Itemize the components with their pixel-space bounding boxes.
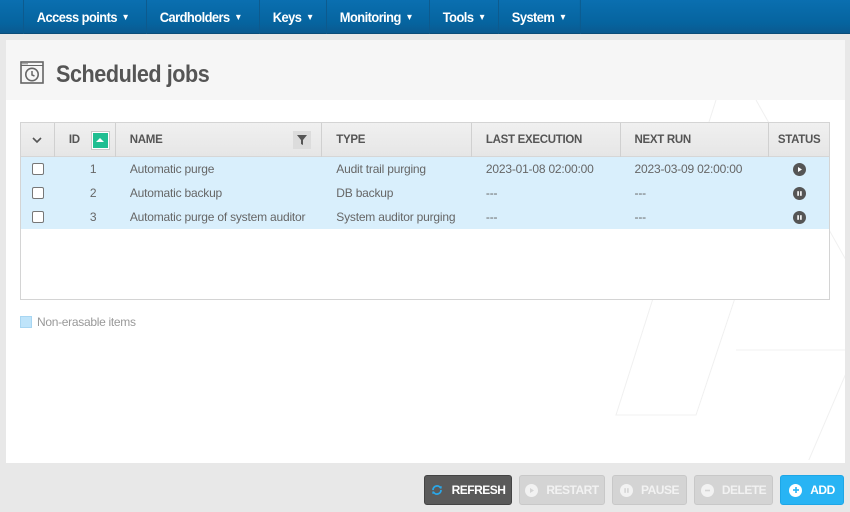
cell-name: Automatic purge of system auditor [129,210,306,224]
chevron-down-icon: ▼ [121,12,130,22]
cell-id: 1 [89,162,97,176]
nav-cardholders[interactable]: Cardholders ▼ [146,0,255,34]
nav-access-points[interactable]: Access points ▼ [23,0,142,34]
column-header-type[interactable]: TYPE [322,123,472,157]
cell-type: Audit trail purging [336,162,426,176]
nav-keys[interactable]: Keys ▼ [258,0,327,34]
nav-monitoring[interactable]: Monitoring ▼ [326,0,426,34]
table-row[interactable]: 3 Automatic purge of system auditor Syst… [21,205,829,229]
play-icon [792,162,806,176]
chevron-down-icon: ▼ [305,12,314,22]
legend-label: Non-erasable items [37,315,136,329]
row-checkbox[interactable] [31,163,44,175]
filter-funnel-icon [297,135,308,145]
chevron-down-icon [32,136,43,143]
nav-system[interactable]: System ▼ [498,0,581,34]
pause-button[interactable]: PAUSE [612,475,687,505]
cell-next-run: --- [634,186,647,200]
cell-last-execution: --- [485,186,498,200]
cell-next-run: 2023-03-09 02:00:00 [634,162,743,176]
cell-last-execution: 2023-01-08 02:00:00 [485,162,594,176]
legend: Non-erasable items [20,315,136,329]
column-header-next-run[interactable]: NEXT RUN [621,123,770,157]
content-panel: Scheduled jobs ID NAME TYPE LAST EXECUTI… [6,40,845,463]
row-checkbox[interactable] [31,187,44,199]
row-checkbox[interactable] [31,211,44,223]
column-header-status[interactable]: STATUS [769,123,829,157]
column-header-name[interactable]: NAME [116,123,323,157]
plus-circle-icon [789,483,803,497]
refresh-button[interactable]: REFRESH [424,475,512,505]
page-title: Scheduled jobs [56,61,210,88]
cell-name: Automatic purge [129,162,215,176]
top-navigation: Access points ▼ Cardholders ▼ Keys ▼ Monito… [0,0,850,34]
chevron-down-icon: ▼ [405,12,414,22]
column-header-id[interactable]: ID [55,123,116,157]
delete-button[interactable]: DELETE [694,475,773,505]
pause-icon [792,210,806,224]
restart-button[interactable]: RESTART [519,475,605,505]
pause-icon [792,186,806,200]
cell-id: 2 [89,186,97,200]
scheduled-clock-window-icon [20,61,44,84]
column-header-last-execution[interactable]: LAST EXECUTION [472,123,621,157]
nav-tools[interactable]: Tools ▼ [428,0,499,34]
table-header: ID NAME TYPE LAST EXECUTION NEXT RUN STA… [21,123,829,157]
chevron-down-icon: ▼ [559,12,567,22]
table-row[interactable]: 2 Automatic backup DB backup --- --- [21,181,829,205]
play-circle-icon [525,483,539,497]
minus-circle-icon [700,483,714,497]
cell-next-run: --- [634,210,647,224]
table-row[interactable]: 1 Automatic purge Audit trail purging 20… [21,157,829,181]
add-button[interactable]: ADD [780,475,844,505]
page-header: Scheduled jobs [6,40,845,100]
legend-swatch [20,316,32,328]
cell-type: DB backup [336,186,394,200]
cell-type: System auditor purging [336,210,456,224]
chevron-down-icon: ▼ [234,12,243,22]
scheduled-jobs-table: ID NAME TYPE LAST EXECUTION NEXT RUN STA… [20,122,830,300]
cell-id: 3 [89,210,97,224]
chevron-down-icon: ▼ [477,12,486,22]
cell-name: Automatic backup [129,186,223,200]
cell-last-execution: --- [485,210,498,224]
filter-button[interactable] [293,131,312,149]
select-all-dropdown[interactable] [21,123,55,157]
sort-up-icon [96,138,105,142]
pause-circle-icon [620,483,634,497]
refresh-icon [431,484,444,497]
sort-ascending-button[interactable] [91,131,109,149]
